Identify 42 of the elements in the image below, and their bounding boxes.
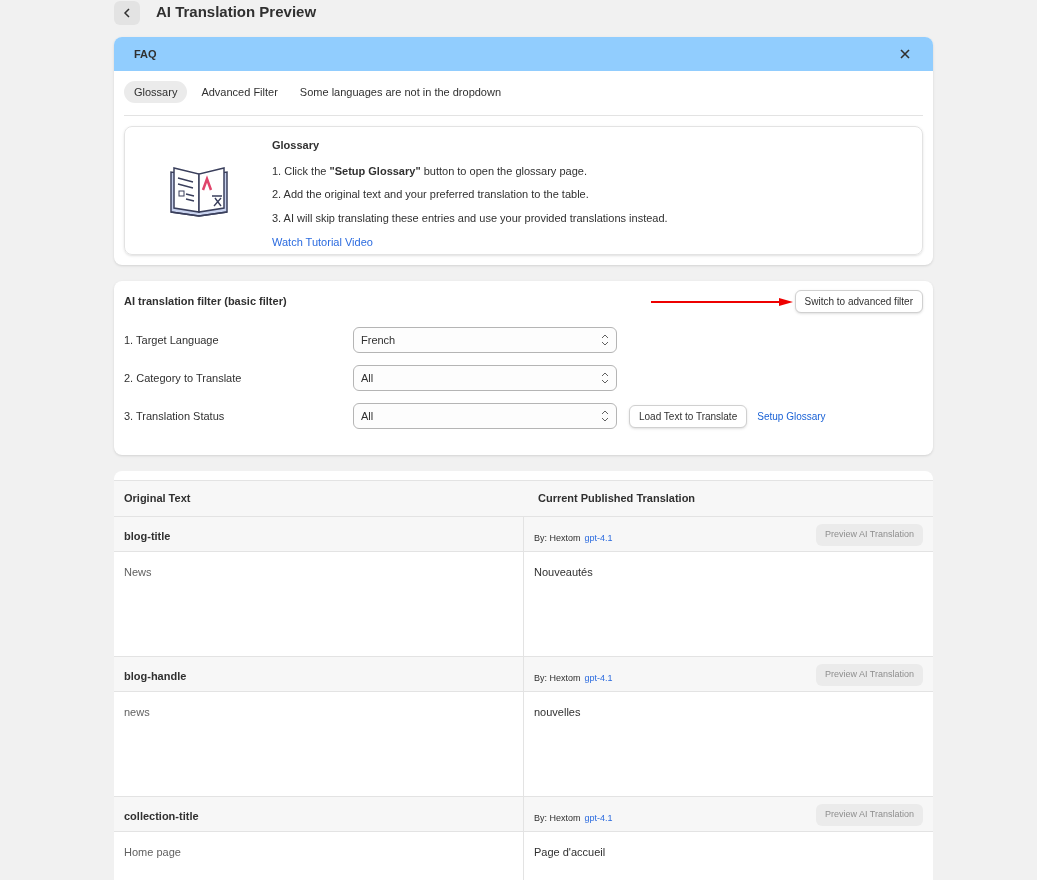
glossary-step: 3. AI will skip translating these entries and use your provided translations instead. xyxy=(272,209,668,226)
author-label: By: Hextom xyxy=(534,532,581,546)
select-field[interactable]: French xyxy=(353,327,617,353)
arrow-icon xyxy=(650,297,793,306)
column-header: Current Published Translation xyxy=(537,491,697,507)
column-header: Original Text xyxy=(123,491,192,507)
select-field[interactable]: All xyxy=(353,403,617,429)
chevron-up-down-icon xyxy=(601,409,609,423)
faq-title: FAQ xyxy=(134,46,157,62)
translation-text: Nouveautés xyxy=(533,565,594,580)
model-label: gpt-4.1 xyxy=(584,532,613,546)
faq-tab[interactable]: Some languages are not in the dropdown xyxy=(291,81,510,103)
translation-text: Page d'accueil xyxy=(533,845,607,860)
field-label: 3. Translation Status xyxy=(124,408,226,424)
chevron-up-down-icon xyxy=(601,371,609,385)
field-label: 2. Category to Translate xyxy=(124,370,243,386)
model-label: gpt-4.1 xyxy=(584,672,613,686)
glossary-heading: Glossary xyxy=(272,138,321,153)
faq-tab[interactable]: Glossary xyxy=(124,81,188,103)
field-label: 1. Target Language xyxy=(124,332,220,348)
chevron-up-down-icon xyxy=(601,333,609,347)
page-title: AI Translation Preview xyxy=(156,2,317,23)
tutorial-link[interactable]: Watch Tutorial Video xyxy=(272,234,668,251)
row-key: blog-title xyxy=(114,517,524,551)
select-field[interactable]: All xyxy=(353,365,617,391)
original-text: Home page xyxy=(114,832,524,880)
author-label: By: Hextom xyxy=(534,672,581,686)
switch-filter-button[interactable]: Switch to advanced filter xyxy=(794,290,923,313)
glossary-step: 2. Add the original text and your preferred translation to the table. xyxy=(272,186,668,203)
glossary-step: 1. Click the "Setup Glossary" button to open the glossary page. xyxy=(272,162,668,179)
original-text: News xyxy=(114,552,524,656)
filter-title: AI translation filter (basic filter) xyxy=(124,294,287,310)
original-text: news xyxy=(114,692,524,796)
setup-glossary-link[interactable]: Setup Glossary xyxy=(757,408,826,424)
model-label: gpt-4.1 xyxy=(584,812,613,826)
row-key: collection-title xyxy=(114,797,524,831)
faq-tab[interactable]: Advanced Filter xyxy=(193,81,286,103)
translation-text: nouvelles xyxy=(533,705,582,720)
author-label: By: Hextom xyxy=(534,812,581,826)
load-text-button[interactable]: Load Text to Translate xyxy=(629,404,748,428)
row-key: blog-handle xyxy=(114,657,524,691)
back-button[interactable] xyxy=(114,0,140,25)
